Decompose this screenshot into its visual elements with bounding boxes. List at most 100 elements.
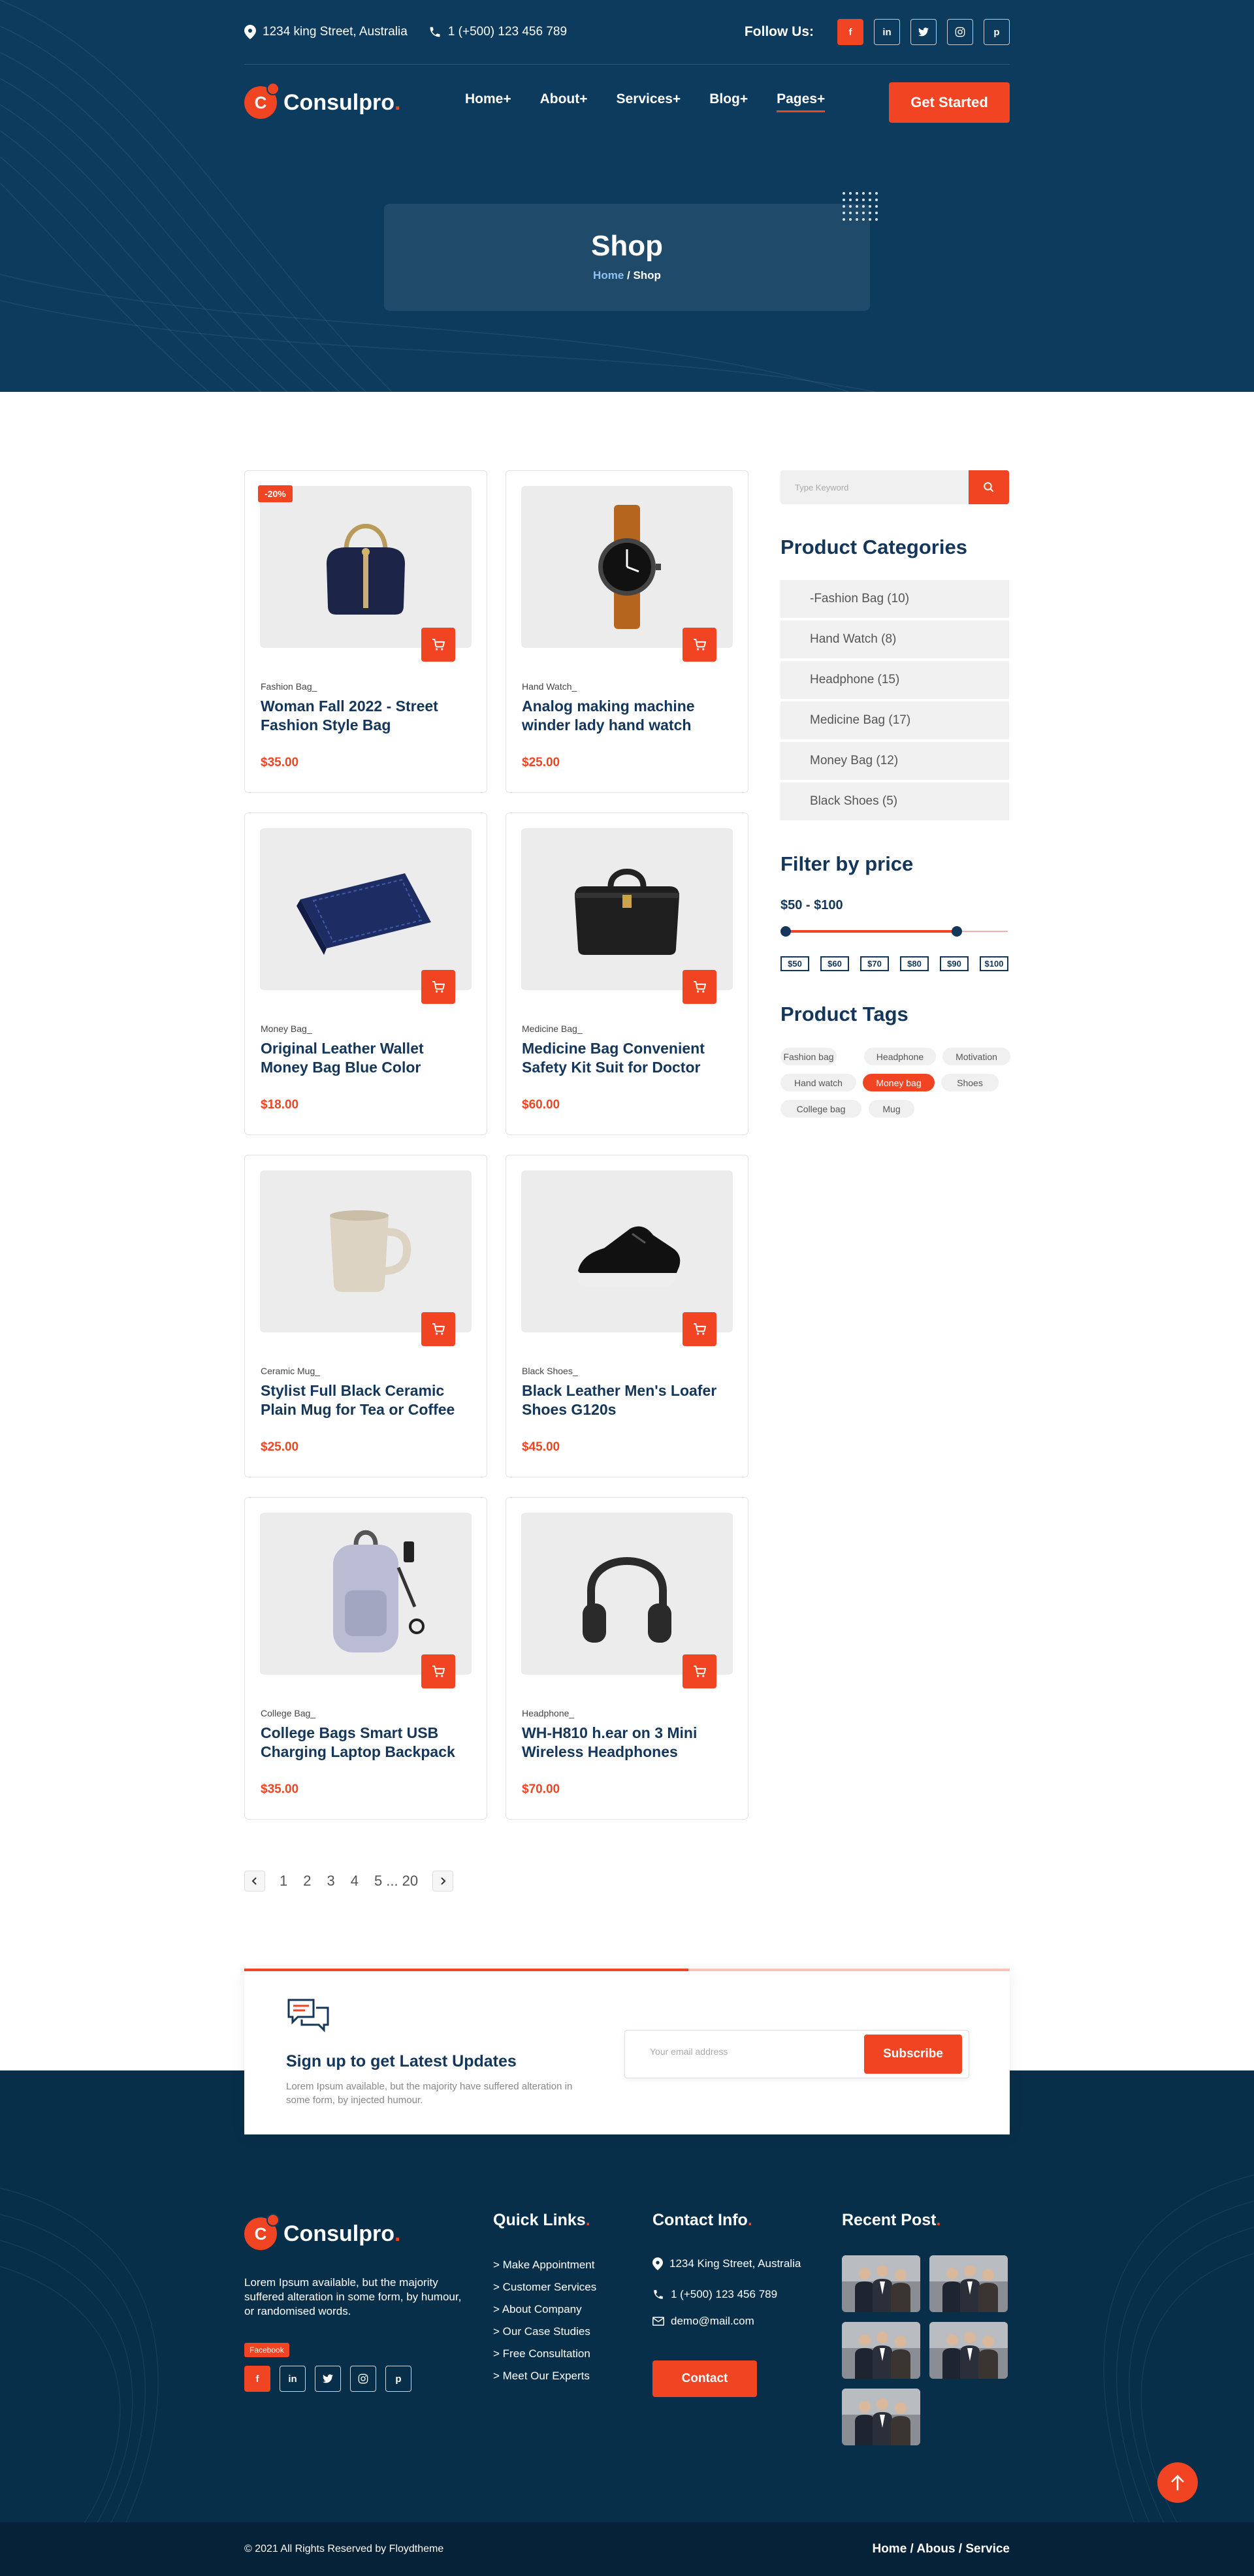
product-card[interactable]: Hand Watch_ Analog making machine winder… — [506, 470, 748, 793]
quick-link[interactable]: > About Company — [493, 2303, 582, 2316]
recent-post-thumbnail[interactable] — [842, 2322, 920, 2379]
tag-item[interactable]: Mug — [869, 1100, 914, 1118]
footer-linkedin-icon[interactable]: in — [280, 2366, 306, 2392]
quick-link[interactable]: > Customer Services — [493, 2281, 596, 2294]
product-name[interactable]: WH-H810 h.ear on 3 Mini Wireless Headpho… — [522, 1724, 731, 1762]
add-to-cart-button[interactable] — [683, 628, 716, 662]
page-1[interactable]: 1 — [280, 1873, 287, 1890]
product-card[interactable]: Medicine Bag_ Medicine Bag Convenient Sa… — [506, 813, 748, 1135]
recent-post-thumbnail[interactable] — [929, 2255, 1008, 2312]
product-name[interactable]: Original Leather Wallet Money Bag Blue C… — [261, 1039, 470, 1077]
page-5[interactable]: 5 — [374, 1873, 382, 1890]
price-step[interactable]: $80 — [900, 956, 929, 971]
category-item[interactable]: Money Bag (12) — [780, 742, 1009, 780]
category-item[interactable]: -Fashion Bag (10) — [780, 580, 1009, 618]
tag-item[interactable]: Money bag — [863, 1074, 935, 1091]
page-4[interactable]: 4 — [351, 1873, 359, 1890]
product-card[interactable]: Headphone_ WH-H810 h.ear on 3 Mini Wirel… — [506, 1497, 748, 1820]
product-image[interactable] — [260, 1170, 472, 1332]
instagram-icon[interactable] — [947, 19, 973, 45]
add-to-cart-button[interactable] — [421, 1654, 455, 1688]
recent-post-thumbnail[interactable] — [842, 2255, 920, 2312]
product-name[interactable]: Stylist Full Black Ceramic Plain Mug for… — [261, 1381, 470, 1419]
twitter-icon[interactable] — [910, 19, 937, 45]
quick-link[interactable]: > Our Case Studies — [493, 2325, 590, 2338]
footer-instagram-icon[interactable] — [350, 2366, 376, 2392]
product-name[interactable]: Woman Fall 2022 - Street Fashion Style B… — [261, 697, 470, 735]
product-card[interactable]: Black Shoes_ Black Leather Men's Loafer … — [506, 1155, 748, 1477]
quick-link[interactable]: > Meet Our Experts — [493, 2370, 590, 2383]
footer-facebook-icon[interactable]: f — [244, 2366, 270, 2392]
footer-twitter-icon[interactable] — [315, 2366, 341, 2392]
add-to-cart-button[interactable] — [421, 628, 455, 662]
get-started-button[interactable]: Get Started — [889, 82, 1010, 123]
product-image[interactable] — [521, 828, 733, 990]
slider-handle-min[interactable] — [780, 926, 791, 937]
footer-email[interactable]: demo@mail.com — [652, 2315, 754, 2328]
pinterest-icon[interactable]: p — [984, 19, 1010, 45]
quick-link[interactable]: > Free Consultation — [493, 2347, 590, 2360]
page-3[interactable]: 3 — [327, 1873, 335, 1890]
nav-blog[interactable]: Blog+ — [709, 91, 748, 107]
product-card[interactable]: Ceramic Mug_ Stylist Full Black Ceramic … — [244, 1155, 487, 1477]
add-to-cart-button[interactable] — [421, 1312, 455, 1346]
slider-handle-max[interactable] — [952, 926, 962, 937]
recent-post-thumbnail[interactable] — [842, 2389, 920, 2445]
tag-item[interactable]: Fashion bag — [780, 1048, 837, 1065]
product-name[interactable]: Black Leather Men's Loafer Shoes G120s — [522, 1381, 731, 1419]
footer-logo[interactable]: C Consulpro. — [244, 2214, 400, 2250]
facebook-icon[interactable]: f — [837, 19, 863, 45]
quick-link[interactable]: > Make Appointment — [493, 2259, 594, 2272]
tag-item[interactable]: Headphone — [864, 1048, 936, 1065]
nav-services[interactable]: Services+ — [617, 91, 681, 107]
nav-home[interactable]: Home+ — [465, 91, 511, 107]
nav-pages[interactable]: Pages+ — [777, 91, 826, 112]
add-to-cart-button[interactable] — [683, 1312, 716, 1346]
email-input[interactable]: Your email address — [650, 2046, 728, 2057]
linkedin-icon[interactable]: in — [874, 19, 900, 45]
tag-item[interactable]: Motivation — [942, 1048, 1010, 1065]
page-20[interactable]: 20 — [402, 1873, 418, 1890]
price-slider[interactable] — [780, 926, 1009, 937]
category-item[interactable]: Headphone (15) — [780, 661, 1009, 699]
price-step[interactable]: $60 — [820, 956, 849, 971]
product-image[interactable] — [521, 486, 733, 648]
bottom-link-service[interactable]: Service — [965, 2542, 1010, 2556]
prev-page-button[interactable] — [244, 1871, 265, 1892]
product-name[interactable]: Medicine Bag Convenient Safety Kit Suit … — [522, 1039, 731, 1077]
category-item[interactable]: Hand Watch (8) — [780, 620, 1009, 658]
product-image[interactable] — [260, 1513, 472, 1675]
breadcrumb-home[interactable]: Home — [593, 269, 624, 282]
next-page-button[interactable] — [432, 1871, 454, 1892]
price-step[interactable]: $50 — [780, 956, 809, 971]
product-image[interactable] — [260, 828, 472, 990]
add-to-cart-button[interactable] — [683, 970, 716, 1004]
add-to-cart-button[interactable] — [683, 1654, 716, 1688]
product-card[interactable]: Fashion Bag_ Woman Fall 2022 - Street Fa… — [244, 470, 487, 793]
add-to-cart-button[interactable] — [421, 970, 455, 1004]
category-item[interactable]: Black Shoes (5) — [780, 782, 1009, 820]
price-step[interactable]: $90 — [940, 956, 969, 971]
product-name[interactable]: College Bags Smart USB Charging Laptop B… — [261, 1724, 470, 1762]
product-card[interactable]: College Bag_ College Bags Smart USB Char… — [244, 1497, 487, 1820]
product-card[interactable]: Money Bag_ Original Leather Wallet Money… — [244, 813, 487, 1135]
product-image[interactable] — [521, 1170, 733, 1332]
page-2[interactable]: 2 — [303, 1873, 311, 1890]
bottom-link-abous[interactable]: Abous — [916, 2542, 955, 2556]
bottom-link-home[interactable]: Home — [872, 2542, 907, 2556]
contact-button[interactable]: Contact — [652, 2360, 757, 2397]
footer-pinterest-icon[interactable]: p — [385, 2366, 411, 2392]
search-button[interactable] — [969, 470, 1009, 504]
search-input[interactable]: Type Keyword — [780, 470, 969, 504]
tag-item[interactable]: College bag — [780, 1100, 861, 1118]
price-step[interactable]: $70 — [860, 956, 889, 971]
scroll-top-button[interactable] — [1157, 2462, 1198, 2503]
price-step[interactable]: $100 — [980, 956, 1008, 971]
product-name[interactable]: Analog making machine winder lady hand w… — [522, 697, 731, 735]
tag-item[interactable]: Hand watch — [780, 1074, 856, 1091]
nav-about[interactable]: About+ — [540, 91, 588, 107]
subscribe-button[interactable]: Subscribe — [864, 2035, 962, 2074]
product-image[interactable] — [260, 486, 472, 648]
category-item[interactable]: Medicine Bag (17) — [780, 701, 1009, 739]
product-image[interactable] — [521, 1513, 733, 1675]
